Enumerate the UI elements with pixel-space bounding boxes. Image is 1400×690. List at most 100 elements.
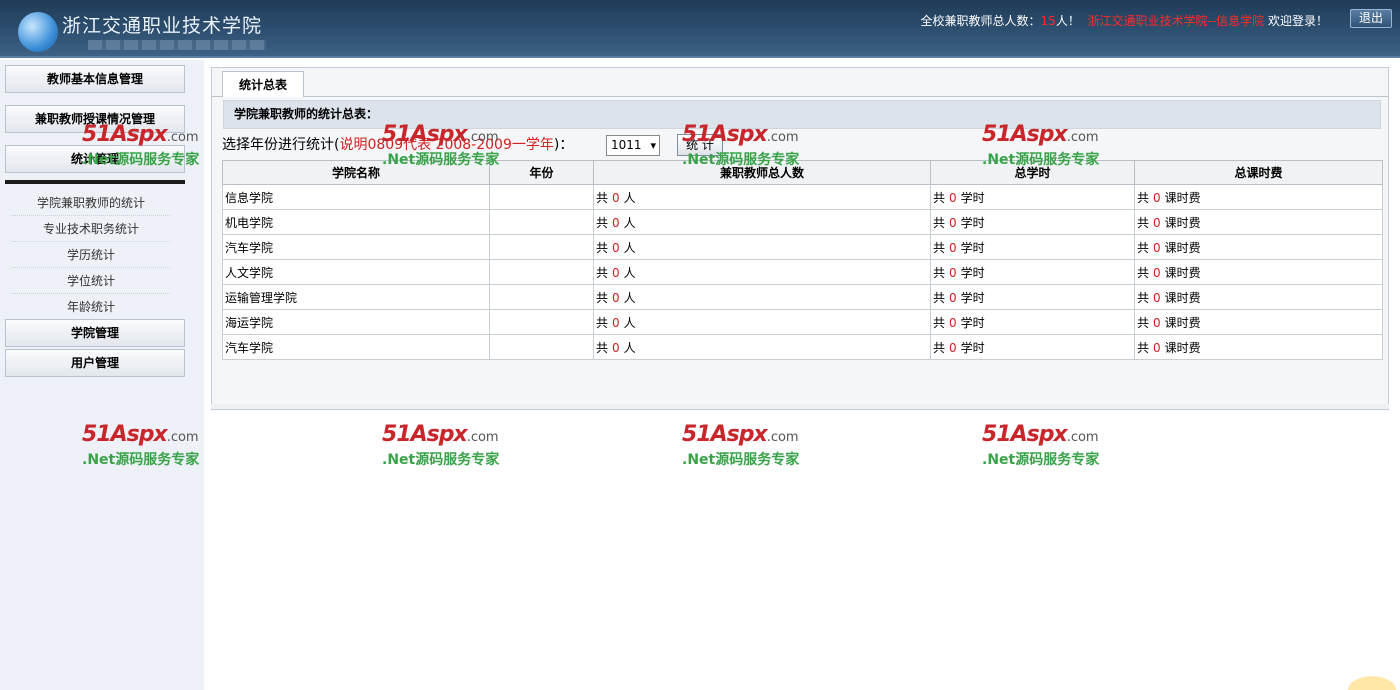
count-value: 0: [949, 290, 957, 305]
watermark-logo: 51Aspx.com .Net源码服务专家: [382, 422, 522, 472]
table-row: 机电学院 共 0 人共 0 学时共 0 课时费: [222, 209, 1383, 235]
menu-teacher-info[interactable]: 教师基本信息管理: [5, 65, 185, 93]
count-prefix: 共: [933, 215, 946, 230]
filter-end: )：: [553, 137, 574, 153]
count-value: 0: [949, 190, 957, 205]
count-prefix: 共: [596, 340, 609, 355]
logout-button[interactable]: 退出: [1350, 9, 1392, 28]
col-year: 年份: [489, 160, 594, 185]
panel-bottom-edge: [211, 404, 1389, 410]
menu-teaching-management[interactable]: 兼职教师授课情况管理: [5, 105, 185, 133]
total-count: 15: [1040, 14, 1056, 28]
cell-year: [489, 334, 594, 360]
top-header: 浙江交通职业技术学院 全校兼职教师总人数：15人！ 浙江交通职业技术学院--信息…: [0, 0, 1400, 58]
filter-label: 选择年份进行统计(: [222, 137, 340, 153]
count-unit: 人: [623, 215, 636, 230]
count-prefix: 共: [1137, 340, 1150, 355]
count-prefix: 共: [596, 190, 609, 205]
submenu-college-stats[interactable]: 学院兼职教师的统计: [12, 190, 170, 216]
count-unit: 学时: [960, 265, 985, 280]
menu-user-management[interactable]: 用户管理: [5, 349, 185, 377]
total-label: 全校兼职教师总人数：: [920, 14, 1041, 28]
statistics-submenu: 学院兼职教师的统计 专业技术职务统计 学历统计 学位统计 年龄统计: [12, 190, 170, 320]
header-info: 全校兼职教师总人数：15人！ 浙江交通职业技术学院--信息学院 欢迎登录！: [921, 12, 1328, 29]
statistics-button[interactable]: 统 计: [677, 134, 723, 156]
cell-teacher-count: 共0人: [593, 209, 931, 235]
cell-total-hours: 共 0 学时: [930, 209, 1135, 235]
table-row: 信息学院共 0 人共 0 学时共 0 课时费: [222, 184, 1383, 210]
cell-total-hours: 共 0 学时: [930, 184, 1135, 210]
watermark-brand: 51Aspx.com: [682, 422, 799, 447]
count-value: 0: [1153, 340, 1161, 355]
col-college-name: 学院名称: [222, 160, 490, 185]
count-unit: 课时费: [1164, 215, 1201, 230]
cell-teacher-count: 共0人: [593, 284, 931, 310]
table-row: 人文学院共 0 人共 0 学时共 0 课时费: [222, 259, 1383, 285]
cell-year: [489, 259, 594, 285]
submenu-title-stats[interactable]: 专业技术职务统计: [12, 216, 170, 242]
cell-total-hours: 共 0 学时: [930, 259, 1135, 285]
submenu-degree-stats[interactable]: 学位统计: [12, 268, 170, 294]
cell-total-fee: 共 0 课时费: [1134, 184, 1383, 210]
cell-college-name: 汽车学院: [222, 334, 490, 360]
count-prefix: 共: [933, 265, 946, 280]
year-select[interactable]: 1011: [606, 135, 660, 156]
count-value: 0: [949, 265, 957, 280]
count-prefix: 共: [933, 290, 946, 305]
cell-college-name: 机电学院: [222, 209, 490, 235]
watermark-slogan: .Net源码服务专家: [382, 452, 500, 468]
active-menu-indicator: [5, 180, 185, 184]
cell-year: [489, 284, 594, 310]
count-prefix: 共: [1137, 290, 1150, 305]
count-unit: 人: [623, 265, 636, 280]
submenu-education-stats[interactable]: 学历统计: [12, 242, 170, 268]
cell-year: [489, 234, 594, 260]
count-value: 0: [949, 340, 957, 355]
count-prefix: 共: [1137, 315, 1150, 330]
cell-college-name: 人文学院: [222, 259, 490, 285]
count-unit: 人: [623, 315, 636, 330]
cell-college-name: 海运学院: [222, 309, 490, 335]
count-value: 0: [949, 215, 957, 230]
count-value: 0: [612, 315, 620, 330]
watermark-brand: 51Aspx.com: [382, 422, 499, 447]
cell-total-fee: 共 0 课时费: [1134, 259, 1383, 285]
count-prefix: 共: [933, 315, 946, 330]
count-prefix: 共: [596, 265, 609, 280]
count-unit: 学时: [960, 290, 985, 305]
submenu-age-stats[interactable]: 年龄统计: [12, 294, 170, 320]
menu-statistics[interactable]: 统计管理: [5, 145, 185, 173]
count-value: 0: [1153, 265, 1161, 280]
cell-teacher-count: 共0人: [593, 334, 931, 360]
count-prefix: 共: [933, 240, 946, 255]
count-unit: 学时: [960, 240, 985, 255]
cell-total-hours: 共 0 学时: [930, 309, 1135, 335]
count-value: 0: [612, 265, 620, 280]
watermark-slogan: .Net源码服务专家: [982, 452, 1100, 468]
cell-total-hours: 共 0 学时: [930, 234, 1135, 260]
corner-decoration-icon: [1330, 666, 1400, 690]
count-unit: 学时: [960, 215, 985, 230]
sidebar: 教师基本信息管理 兼职教师授课情况管理 统计管理 学院兼职教师的统计 专业技术职…: [0, 60, 204, 690]
cell-total-fee: 共 0 课时费: [1134, 309, 1383, 335]
table-row: 汽车学院共 0 人共 0 学时共 0 课时费: [222, 334, 1383, 360]
count-prefix: 共: [596, 290, 609, 305]
table-row: 海运学院共 0 人共 0 学时共 0 课时费: [222, 309, 1383, 335]
count-unit: 课时费: [1164, 190, 1201, 205]
watermark-logo: 51Aspx.com .Net源码服务专家: [982, 422, 1122, 472]
menu-college-management[interactable]: 学院管理: [5, 319, 185, 347]
count-unit: 人: [623, 340, 636, 355]
tab-summary[interactable]: 统计总表: [222, 71, 304, 97]
cell-total-fee: 共 0 课时费: [1134, 234, 1383, 260]
count-value: 0: [1153, 290, 1161, 305]
cell-teacher-count: 共0人: [593, 184, 931, 210]
col-teacher-count: 兼职教师总人数: [593, 160, 931, 185]
count-prefix: 共: [1137, 265, 1150, 280]
watermark-logo: 51Aspx.com .Net源码服务专家: [682, 422, 822, 472]
school-logo-icon: [18, 12, 58, 52]
filter-note: 说明0809代表 2008-2009一学年: [339, 137, 554, 153]
table-header-row: 学院名称 年份 兼职教师总人数 总学时 总课时费: [222, 160, 1383, 185]
count-value: 0: [1153, 315, 1161, 330]
count-unit: 人: [623, 190, 636, 205]
count-unit: 人: [623, 240, 636, 255]
